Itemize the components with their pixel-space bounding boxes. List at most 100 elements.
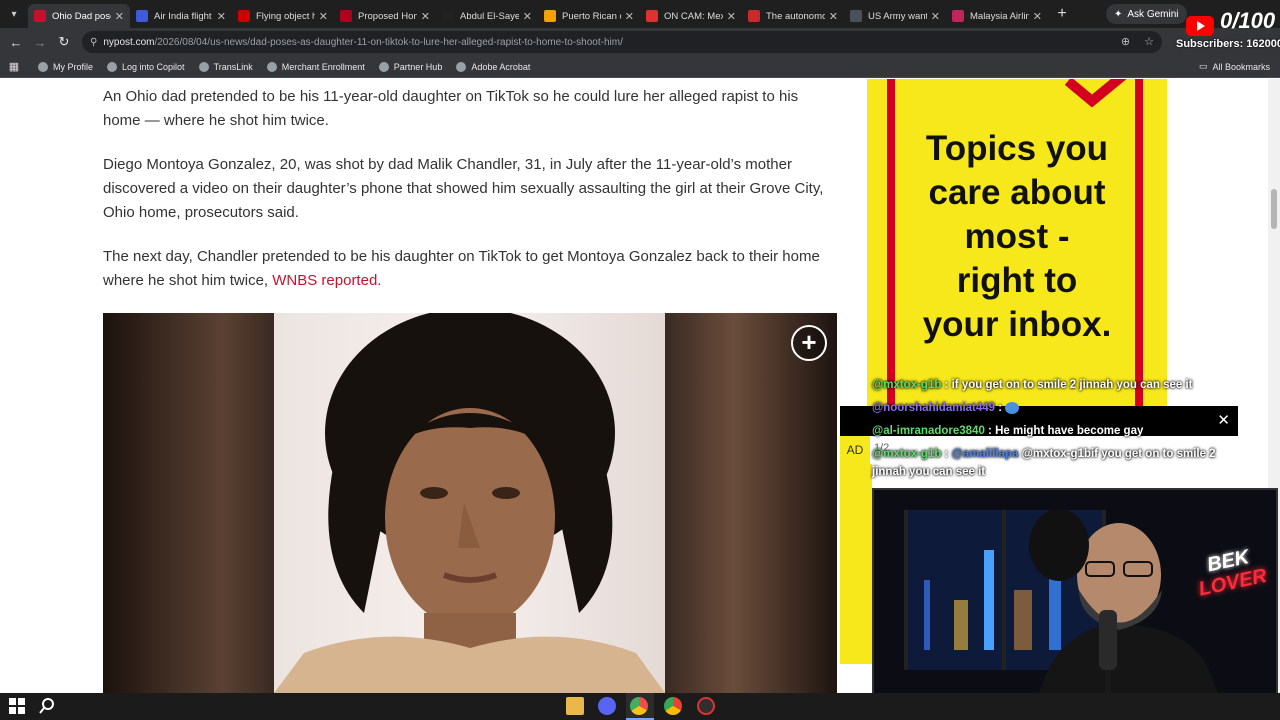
ad-headline-line: most - <box>964 217 1070 256</box>
chat-text: if you get on to smile 2 jinnah you can … <box>951 379 1193 391</box>
obs-icon[interactable] <box>697 697 715 715</box>
discord-icon[interactable] <box>598 697 616 715</box>
tab-favicon-icon <box>544 10 556 22</box>
new-tab-button[interactable]: + <box>1052 5 1072 23</box>
tab-0[interactable]: Ohio Dad pose ✕ <box>28 4 130 28</box>
tab-6[interactable]: ON CAM: Mex ✕ <box>640 4 742 28</box>
tab-close-icon[interactable]: ✕ <box>523 10 532 23</box>
ask-gemini-button[interactable]: ✦ Ask Gemini <box>1106 4 1187 24</box>
tab-2[interactable]: Flying object h ✕ <box>232 4 334 28</box>
ad-headline-line: your inbox. <box>922 305 1112 344</box>
tab-search-icon[interactable]: ▾ <box>0 0 28 28</box>
bookmark-item[interactable]: Merchant Enrollment <box>266 61 365 72</box>
article-body: An Ohio dad pretended to be his 11-year-… <box>103 79 838 313</box>
ad-label: AD <box>840 436 870 464</box>
ask-gemini-label: Ask Gemini <box>1127 8 1179 20</box>
bookmark-label: Adobe Acrobat <box>471 61 531 72</box>
bookmark-favicon-icon <box>107 61 118 72</box>
bookmark-item[interactable]: Log into Copilot <box>107 61 185 72</box>
chrome-profile-icon[interactable] <box>664 697 682 715</box>
tab-close-icon[interactable]: ✕ <box>727 10 736 23</box>
tab-close-icon[interactable]: ✕ <box>931 10 940 23</box>
windows-taskbar <box>0 693 1280 720</box>
tab-5[interactable]: Puerto Rican c ✕ <box>538 4 640 28</box>
mugshot-image <box>274 313 665 693</box>
live-chat-overlay: @mxtox-g1b : if you get on to smile 2 ji… <box>872 376 1252 486</box>
newsletter-ad[interactable]: Topics you care about most - right to your i… <box>867 79 1167 409</box>
chat-separator: : <box>995 402 1006 414</box>
site-info-icon[interactable]: ⚲ <box>90 37 97 48</box>
bookmark-label: My Profile <box>53 61 94 72</box>
tab-title: Malaysia Airlin <box>970 10 1029 22</box>
bookmark-favicon-icon <box>266 61 277 72</box>
bookmark-item[interactable]: My Profile <box>38 61 94 72</box>
bookmark-item[interactable]: Adobe Acrobat <box>456 61 531 72</box>
tab-close-icon[interactable]: ✕ <box>115 10 124 23</box>
wnbs-link[interactable]: WNBS reported. <box>272 272 381 289</box>
tab-close-icon[interactable]: ✕ <box>319 10 328 23</box>
tab-8[interactable]: US Army wants ✕ <box>844 4 946 28</box>
tab-title: Proposed Hom <box>358 10 417 22</box>
chat-username: @al-imranadore3840 <box>872 425 985 437</box>
gemini-icon: ✦ <box>1114 8 1123 20</box>
tab-title: The autonomo <box>766 10 825 22</box>
chat-username: @mxtox-g1b <box>872 448 942 460</box>
back-icon[interactable]: ← <box>4 35 28 50</box>
bookmark-item[interactable]: TransLink <box>198 61 253 72</box>
zoom-icon[interactable]: ⊕ <box>1121 35 1130 48</box>
subscriber-count: Subscribers: 162000 <box>1176 38 1280 50</box>
chat-separator: : <box>941 448 952 460</box>
bookmark-label: TransLink <box>213 61 253 72</box>
expand-image-button[interactable]: + <box>791 325 827 361</box>
ad-headline-line: Topics you <box>925 129 1109 168</box>
tab-strip: ▾ Ohio Dad pose ✕ Air India flight ✕ Flying … <box>0 0 1280 28</box>
subscriber-counter-overlay: 0/100 Subscribers: 162000 <box>1176 6 1280 56</box>
streamer-webcam-image <box>874 490 1276 716</box>
bookmark-favicon-icon <box>38 61 48 72</box>
tab-title: Puerto Rican c <box>562 10 621 22</box>
active-app-indicator <box>626 693 654 720</box>
chat-separator: : <box>941 379 952 391</box>
folder-icon: ▭ <box>1198 61 1208 71</box>
chat-username: @noorshahidamiat449 <box>872 402 996 414</box>
tab-1[interactable]: Air India flight ✕ <box>130 4 232 28</box>
file-explorer-icon[interactable] <box>566 697 584 715</box>
tab-close-icon[interactable]: ✕ <box>217 10 226 23</box>
tab-close-icon[interactable]: ✕ <box>1033 10 1042 23</box>
ad-headline-line: care about <box>928 173 1106 212</box>
bookmark-item[interactable]: Partner Hub <box>378 61 443 72</box>
tab-close-icon[interactable]: ✕ <box>421 10 430 23</box>
article-paragraph-2: Diego Montoya Gonzalez, 20, was shot by … <box>103 156 824 221</box>
bookmark-favicon-icon <box>198 61 209 72</box>
tab-title: Ohio Dad pose <box>52 10 111 22</box>
bookmark-label: Partner Hub <box>393 61 443 72</box>
chat-separator: : <box>984 425 996 437</box>
tab-favicon-icon <box>748 10 760 22</box>
url-input[interactable]: ⚲ nypost.com/2026/08/04/us-news/dad-pose… <box>82 31 1162 53</box>
reload-icon[interactable]: ↻ <box>52 34 76 50</box>
chat-username: @mxtox-g1b <box>872 379 942 391</box>
tab-close-icon[interactable]: ✕ <box>829 10 838 23</box>
all-bookmarks-button[interactable]: ▭ All Bookmarks <box>1199 61 1270 72</box>
bookmark-star-icon[interactable]: ☆ <box>1144 35 1154 48</box>
checkmark-icon <box>1064 79 1127 108</box>
goal-counter: 0/100 <box>1220 8 1276 33</box>
tab-7[interactable]: The autonomo ✕ <box>742 4 844 28</box>
ad-headline-line: right to <box>956 261 1078 300</box>
article-photo[interactable]: + <box>103 313 837 693</box>
tab-title: Flying object h <box>256 10 315 22</box>
tab-close-icon[interactable]: ✕ <box>625 10 634 23</box>
tab-4[interactable]: Abdul El-Sayed ✕ <box>436 4 538 28</box>
tab-3[interactable]: Proposed Hom ✕ <box>334 4 436 28</box>
tab-favicon-icon <box>442 10 454 22</box>
bookmark-favicon-icon <box>378 61 389 72</box>
forward-icon[interactable]: → <box>28 35 52 50</box>
all-bookmarks-label: All Bookmarks <box>1212 61 1270 72</box>
windows-start-icon[interactable] <box>8 697 26 715</box>
apps-grid-icon[interactable]: ▦ <box>0 60 28 73</box>
tab-9[interactable]: Malaysia Airlin ✕ <box>946 4 1048 28</box>
bookmark-favicon-icon <box>456 61 467 72</box>
search-icon[interactable] <box>38 697 56 715</box>
url-path: /2026/08/04/us-news/dad-poses-as-daughte… <box>154 36 623 48</box>
tab-title: ON CAM: Mex <box>664 10 723 22</box>
